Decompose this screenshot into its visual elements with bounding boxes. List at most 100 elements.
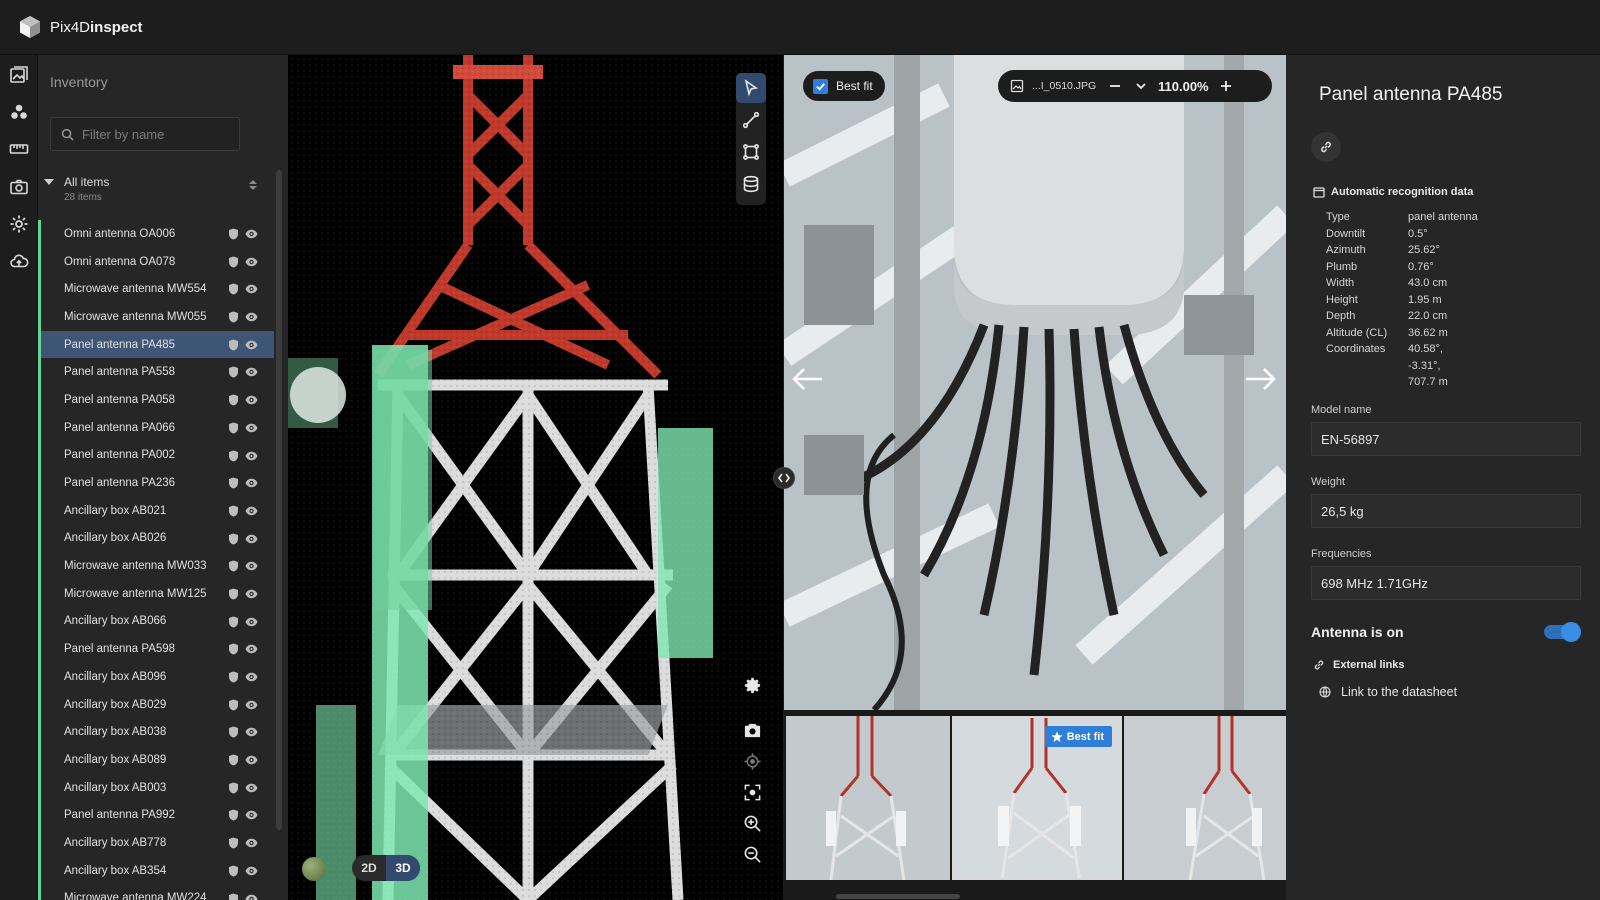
- eye-icon[interactable]: [245, 672, 258, 682]
- eye-icon[interactable]: [245, 284, 258, 294]
- inventory-item[interactable]: Panel antenna PA066: [38, 413, 274, 442]
- inventory-item[interactable]: Panel antenna PA992: [38, 801, 274, 830]
- eye-icon[interactable]: [245, 257, 258, 267]
- shield-icon[interactable]: [228, 283, 239, 295]
- eye-icon[interactable]: [245, 700, 258, 710]
- eye-icon[interactable]: [245, 644, 258, 654]
- zoom-dropdown-button[interactable]: [1128, 73, 1154, 99]
- inventory-item[interactable]: Ancillary box AB026: [38, 524, 274, 553]
- eye-icon[interactable]: [245, 783, 258, 793]
- photo-viewer[interactable]: Best fit ...I_0510.JPG 110.00%: [784, 55, 1286, 710]
- eye-icon[interactable]: [245, 367, 258, 377]
- shield-icon[interactable]: [228, 560, 239, 572]
- inventory-scrollbar[interactable]: [276, 170, 282, 830]
- model-name-field[interactable]: EN-56897: [1311, 422, 1581, 456]
- filter-input[interactable]: [82, 126, 232, 142]
- eye-icon[interactable]: [245, 423, 258, 433]
- eye-icon[interactable]: [245, 340, 258, 350]
- objects-icon[interactable]: [7, 100, 31, 124]
- eye-icon[interactable]: [245, 506, 258, 516]
- inventory-item[interactable]: Microwave antenna MW125: [38, 579, 274, 608]
- all-items-group[interactable]: All items 28 items: [38, 173, 270, 213]
- inventory-item[interactable]: Ancillary box AB021: [38, 496, 274, 525]
- frequencies-field[interactable]: 698 MHz 1.71GHz: [1311, 566, 1581, 600]
- shield-icon[interactable]: [228, 477, 239, 489]
- inventory-item[interactable]: Omni antenna OA078: [38, 247, 274, 276]
- shield-icon[interactable]: [228, 505, 239, 517]
- inventory-item[interactable]: Omni antenna OA006: [38, 220, 274, 248]
- inventory-item[interactable]: Ancillary box AB066: [38, 607, 274, 636]
- shield-icon[interactable]: [228, 893, 239, 900]
- weight-field[interactable]: 26,5 kg: [1311, 494, 1581, 528]
- inventory-item[interactable]: Ancillary box AB096: [38, 663, 274, 691]
- zoom-out-button[interactable]: [1102, 73, 1128, 99]
- shield-icon[interactable]: [228, 228, 239, 240]
- shield-icon[interactable]: [228, 311, 239, 323]
- zoom-in-icon[interactable]: [739, 810, 765, 836]
- camera-icon[interactable]: [7, 175, 31, 199]
- measure-line-icon[interactable]: [736, 105, 766, 135]
- inventory-item[interactable]: Microwave antenna MW055: [38, 303, 274, 331]
- eye-icon[interactable]: [245, 755, 258, 765]
- eye-icon[interactable]: [245, 395, 258, 405]
- shield-icon[interactable]: [228, 588, 239, 600]
- gallery-icon[interactable]: [7, 63, 31, 87]
- eye-icon[interactable]: [245, 229, 258, 239]
- sort-icon[interactable]: [247, 179, 259, 191]
- shield-icon[interactable]: [228, 394, 239, 406]
- shield-icon[interactable]: [228, 754, 239, 766]
- shield-icon[interactable]: [228, 339, 239, 351]
- inventory-item[interactable]: Panel antenna PA558: [38, 358, 274, 387]
- fit-view-icon[interactable]: [739, 779, 765, 805]
- shield-icon[interactable]: [228, 450, 239, 462]
- eye-icon[interactable]: [245, 866, 258, 876]
- inventory-item[interactable]: Panel antenna PA002: [38, 441, 274, 470]
- filter-field[interactable]: [50, 117, 240, 151]
- zoom-in-button[interactable]: [1213, 73, 1239, 99]
- eye-icon[interactable]: [245, 312, 258, 322]
- eye-icon[interactable]: [245, 810, 258, 820]
- eye-icon[interactable]: [245, 894, 258, 900]
- shield-icon[interactable]: [228, 865, 239, 877]
- eye-icon[interactable]: [245, 727, 258, 737]
- shield-icon[interactable]: [228, 699, 239, 711]
- inventory-item[interactable]: Ancillary box AB038: [38, 718, 274, 747]
- collapse-caret-icon[interactable]: [44, 179, 54, 185]
- cloud-upload-icon[interactable]: [7, 249, 31, 273]
- select-tool-icon[interactable]: [736, 73, 766, 103]
- snapshot-camera-icon[interactable]: [739, 717, 765, 743]
- eye-icon[interactable]: [245, 617, 258, 627]
- shield-icon[interactable]: [228, 809, 239, 821]
- copy-link-button[interactable]: [1311, 132, 1341, 162]
- locate-icon[interactable]: [739, 748, 765, 774]
- shield-icon[interactable]: [228, 782, 239, 794]
- shield-icon[interactable]: [228, 837, 239, 849]
- eye-icon[interactable]: [245, 838, 258, 848]
- inventory-item[interactable]: Panel antenna PA598: [38, 635, 274, 663]
- eye-icon[interactable]: [245, 451, 258, 461]
- ruler-icon[interactable]: [7, 137, 31, 161]
- inventory-item[interactable]: Microwave antenna MW224: [38, 884, 274, 900]
- zoom-out-icon[interactable]: [739, 841, 765, 867]
- mode-2d-button[interactable]: 2D: [352, 855, 386, 881]
- eye-icon[interactable]: [245, 589, 258, 599]
- best-fit-checkbox[interactable]: Best fit: [803, 71, 885, 101]
- shield-icon[interactable]: [228, 643, 239, 655]
- datasheet-link[interactable]: Link to the datasheet: [1319, 685, 1457, 699]
- eye-icon[interactable]: [245, 478, 258, 488]
- inventory-item[interactable]: Panel antenna PA236: [38, 469, 274, 497]
- shield-icon[interactable]: [228, 366, 239, 378]
- next-photo-arrow-icon[interactable]: [1242, 361, 1278, 397]
- settings-icon[interactable]: [7, 212, 31, 236]
- shield-icon[interactable]: [228, 256, 239, 268]
- inventory-item[interactable]: Panel antenna PA058: [38, 386, 274, 414]
- previous-photo-arrow-icon[interactable]: [790, 361, 826, 397]
- shield-icon[interactable]: [228, 616, 239, 628]
- thumbnail-scrollbar[interactable]: [836, 894, 960, 899]
- shield-icon[interactable]: [228, 422, 239, 434]
- viewer-settings-icon[interactable]: [739, 672, 765, 698]
- measure-volume-icon[interactable]: [736, 169, 766, 199]
- inventory-item[interactable]: Ancillary box AB003: [38, 773, 274, 802]
- photo-thumbnail[interactable]: [786, 716, 950, 880]
- viewer-3d[interactable]: 2D 3D: [288, 55, 783, 900]
